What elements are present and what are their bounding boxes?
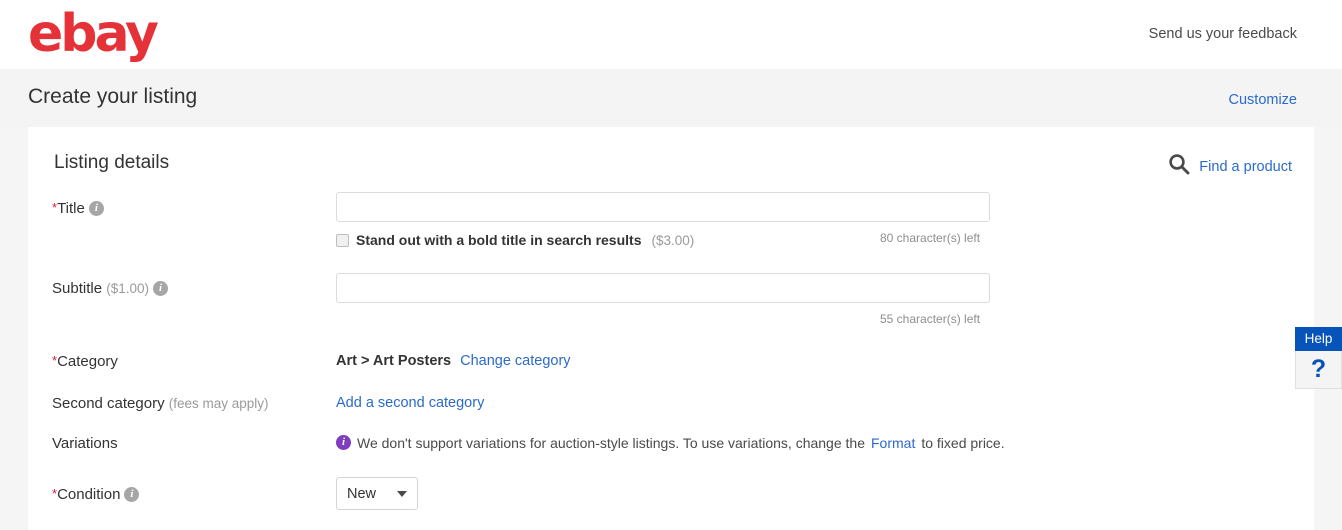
title-label-text: Title (57, 200, 85, 217)
help-widget-button[interactable]: ? (1295, 351, 1342, 389)
top-bar: ebay Send us your feedback (0, 0, 1342, 69)
title-char-count: 80 character(s) left (880, 231, 981, 245)
condition-label-text: Condition (57, 486, 121, 503)
variations-message-part2: to fixed price. (921, 435, 1005, 451)
add-second-category-link[interactable]: Add a second category (336, 395, 484, 411)
send-feedback-link[interactable]: Send us your feedback (1149, 26, 1297, 42)
second-category-note: (fees may apply) (168, 396, 269, 411)
customize-link[interactable]: Customize (1229, 92, 1298, 108)
question-mark-icon: ? (1310, 355, 1327, 383)
bold-title-checkbox[interactable] (336, 233, 349, 247)
subtitle-price: ($1.00) (106, 281, 149, 296)
category-label-text: Category (57, 353, 118, 370)
condition-info-icon[interactable]: i (124, 486, 140, 502)
title-input[interactable] (336, 192, 990, 222)
ebay-logo[interactable]: ebay (28, 8, 159, 60)
second-category-value-area: Add a second category (336, 395, 484, 411)
bold-title-checkbox-row[interactable]: Stand out with a bold title in search re… (336, 232, 694, 248)
variations-message: i We don't support variations for auctio… (336, 434, 1005, 451)
subtitle-label: Subtitle ($1.00) i (52, 280, 168, 297)
category-label: *Category (52, 353, 118, 370)
category-value-area: Art > Art Posters Change category (336, 353, 571, 369)
second-category-label-text: Second category (52, 395, 165, 412)
listing-details-card: Listing details Find a product *Title i S… (28, 127, 1314, 530)
condition-selected-value: New (347, 485, 377, 502)
bold-title-price: ($3.00) (651, 232, 695, 248)
variations-message-part1: We don't support variations for auction-… (357, 435, 865, 451)
find-a-product-button[interactable]: Find a product (1168, 153, 1292, 180)
page-title-bar: Create your listing Customize (0, 69, 1342, 127)
help-widget-header[interactable]: Help (1295, 327, 1342, 351)
find-a-product-label: Find a product (1199, 158, 1292, 175)
subtitle-label-text: Subtitle (52, 280, 103, 297)
change-category-link[interactable]: Change category (460, 353, 570, 369)
title-label: *Title i (52, 200, 104, 217)
second-category-label: Second category (fees may apply) (52, 395, 269, 412)
section-title: Listing details (54, 152, 170, 173)
condition-select[interactable]: New (336, 477, 418, 510)
chevron-down-icon (397, 490, 407, 497)
variations-label: Variations (52, 435, 118, 452)
condition-label: *Condition i (52, 486, 140, 503)
help-widget: Help ? (1295, 327, 1342, 389)
format-link[interactable]: Format (871, 435, 915, 451)
page-title: Create your listing (28, 85, 198, 108)
title-info-icon[interactable]: i (88, 200, 104, 216)
subtitle-char-count: 55 character(s) left (880, 312, 981, 326)
subtitle-info-icon[interactable]: i (153, 280, 168, 296)
bold-title-label: Stand out with a bold title in search re… (356, 232, 642, 248)
variations-info-icon: i (336, 434, 351, 450)
subtitle-input[interactable] (336, 273, 990, 303)
search-icon (1168, 153, 1190, 180)
category-value: Art > Art Posters (336, 353, 452, 369)
